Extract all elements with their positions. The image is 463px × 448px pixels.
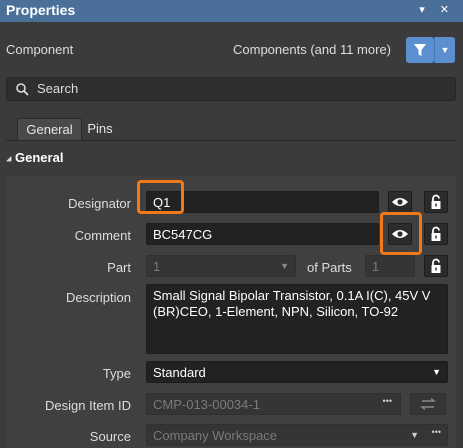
- source-value: Company Workspace: [153, 428, 278, 443]
- part-value: 1: [153, 259, 161, 274]
- design-item-id-field: CMP-013-00034-1 •••: [146, 393, 401, 415]
- lock-icon: [431, 258, 441, 273]
- type-label: Type: [102, 366, 131, 381]
- chevron-down-icon: ▼: [432, 367, 441, 377]
- tabs-divider: [6, 140, 456, 141]
- of-parts-label: of Parts: [307, 260, 352, 275]
- part-label: Part: [107, 260, 131, 275]
- filter-icon: [414, 44, 426, 56]
- designator-label: Designator: [68, 196, 131, 211]
- section-title: General: [15, 150, 64, 165]
- type-value: Standard: [153, 365, 206, 380]
- collapse-triangle-icon: ◢: [6, 155, 12, 163]
- chevron-down-icon: ▼: [280, 261, 289, 271]
- description-label: Description: [65, 290, 131, 305]
- of-parts-field: 1: [365, 255, 415, 277]
- designator-visibility-button[interactable]: [388, 191, 412, 213]
- tab-general[interactable]: General: [17, 118, 82, 141]
- design-item-id-value: CMP-013-00034-1: [153, 397, 260, 412]
- search-icon: [16, 83, 29, 96]
- designator-lock-button[interactable]: [424, 191, 448, 213]
- source-browse-icon[interactable]: •••: [432, 427, 441, 437]
- eye-icon: [392, 198, 408, 206]
- selection-summary: Components (and 11 more): [233, 42, 392, 57]
- comment-label: Comment: [74, 228, 131, 243]
- object-kind-label: Component: [6, 42, 74, 57]
- filter-dropdown-button[interactable]: ▼: [434, 37, 455, 63]
- tab-pins[interactable]: Pins: [82, 118, 118, 140]
- panel-window-controls[interactable]: ▾ ✕: [419, 3, 455, 16]
- search-input[interactable]: Search: [37, 81, 78, 96]
- comment-visibility-highlight: [380, 212, 422, 255]
- comment-lock-button[interactable]: [424, 223, 448, 245]
- description-field[interactable]: Small Signal Bipolar Transistor, 0.1A I(…: [146, 284, 448, 354]
- search-field[interactable]: Search: [6, 77, 456, 101]
- part-select[interactable]: 1 ▼: [146, 255, 296, 277]
- lock-icon: [431, 226, 441, 241]
- chevron-down-icon: ▼: [440, 45, 450, 55]
- section-header-general[interactable]: ◢ General: [6, 150, 63, 165]
- panel-title: Properties: [6, 2, 76, 18]
- chevron-down-icon: ▼: [410, 430, 419, 440]
- comment-field[interactable]: BC547CG: [146, 223, 379, 245]
- lock-icon: [431, 194, 441, 209]
- design-item-id-label: Design Item ID: [45, 398, 131, 413]
- type-select[interactable]: Standard ▼: [146, 361, 448, 383]
- designator-highlight: [137, 180, 184, 214]
- design-item-id-browse-icon[interactable]: •••: [383, 396, 392, 406]
- replace-item-button[interactable]: [410, 393, 446, 415]
- part-lock-button[interactable]: [424, 255, 448, 277]
- source-label: Source: [89, 429, 131, 444]
- filter-button[interactable]: [406, 37, 434, 63]
- source-select[interactable]: Company Workspace ▼ •••: [146, 424, 448, 446]
- swap-icon: [420, 397, 436, 411]
